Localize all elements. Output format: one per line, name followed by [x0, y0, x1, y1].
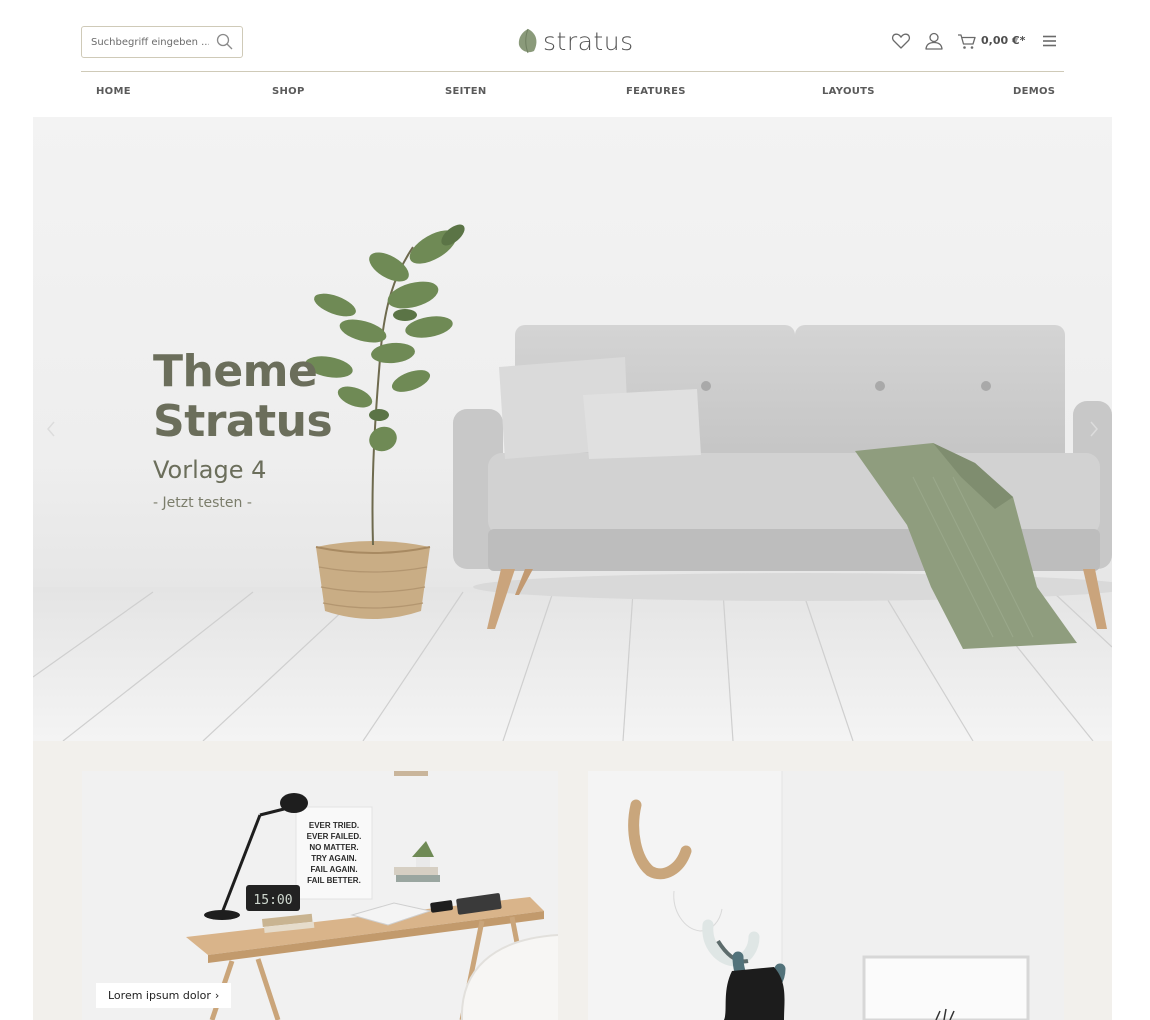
- logo[interactable]: stratus: [516, 25, 634, 57]
- svg-text:FAIL AGAIN.: FAIL AGAIN.: [310, 865, 357, 874]
- wishlist-button[interactable]: [890, 30, 912, 52]
- svg-text:EVER TRIED.: EVER TRIED.: [309, 821, 359, 830]
- search-button[interactable]: [214, 32, 236, 52]
- hero-slider[interactable]: Theme Stratus Vorlage 4 - Jetzt testen -: [33, 117, 1112, 741]
- clock-display: 15:00: [253, 893, 292, 908]
- chevron-right-icon: [1090, 421, 1098, 437]
- nav-item-home[interactable]: HOME: [96, 86, 131, 97]
- hooks-image: [588, 771, 1064, 1020]
- nav-item-seiten[interactable]: SEITEN: [445, 86, 487, 97]
- nav-item-demos[interactable]: DEMOS: [1013, 86, 1055, 97]
- site-header: stratus 0,00 €* HOME SHOP SEITEN FEATURE…: [0, 0, 1150, 117]
- nav-item-shop[interactable]: SHOP: [272, 86, 305, 97]
- cart-total[interactable]: 0,00 €*: [981, 34, 1025, 47]
- category-teasers: EVER TRIED. EVER FAILED. NO MATTER. TRY …: [33, 741, 1112, 1020]
- logo-text: stratus: [543, 26, 634, 56]
- hero-subtitle: Vorlage 4: [153, 456, 267, 484]
- hero-title: Theme Stratus: [153, 346, 333, 447]
- svg-text:FAIL BETTER.: FAIL BETTER.: [307, 876, 361, 885]
- header-divider: [81, 71, 1064, 72]
- search-input[interactable]: [91, 34, 209, 50]
- teaser-tile-hooks[interactable]: [588, 771, 1064, 1020]
- nav-item-features[interactable]: FEATURES: [626, 86, 686, 97]
- teaser-label-button[interactable]: Lorem ipsum dolor ›: [96, 983, 232, 1008]
- nav-item-layouts[interactable]: LAYOUTS: [822, 86, 875, 97]
- hero-cta-link[interactable]: - Jetzt testen -: [153, 495, 252, 511]
- cart-icon: [958, 34, 976, 49]
- search-box: [81, 26, 243, 58]
- svg-text:EVER FAILED.: EVER FAILED.: [307, 832, 362, 841]
- slider-next-button[interactable]: [1086, 417, 1102, 441]
- heart-icon: [891, 33, 911, 49]
- chevron-right-small-icon: ›: [214, 989, 220, 1002]
- slider-prev-button[interactable]: [43, 417, 59, 441]
- menu-icon: [1043, 35, 1056, 47]
- cart-button[interactable]: [956, 30, 978, 52]
- leaf-logo-icon: [518, 28, 537, 54]
- menu-button[interactable]: [1039, 30, 1061, 52]
- search-icon: [216, 33, 233, 50]
- chevron-left-icon: [47, 421, 55, 437]
- teaser-label-text: Lorem ipsum dolor: [108, 989, 211, 1002]
- teaser-tile-desk[interactable]: EVER TRIED. EVER FAILED. NO MATTER. TRY …: [82, 771, 558, 1020]
- svg-text:TRY AGAIN.: TRY AGAIN.: [311, 854, 356, 863]
- main-nav: HOME SHOP SEITEN FEATURES LAYOUTS DEMOS: [81, 86, 1064, 106]
- svg-text:NO MATTER.: NO MATTER.: [309, 843, 358, 852]
- account-button[interactable]: [923, 30, 945, 52]
- user-icon: [925, 32, 943, 50]
